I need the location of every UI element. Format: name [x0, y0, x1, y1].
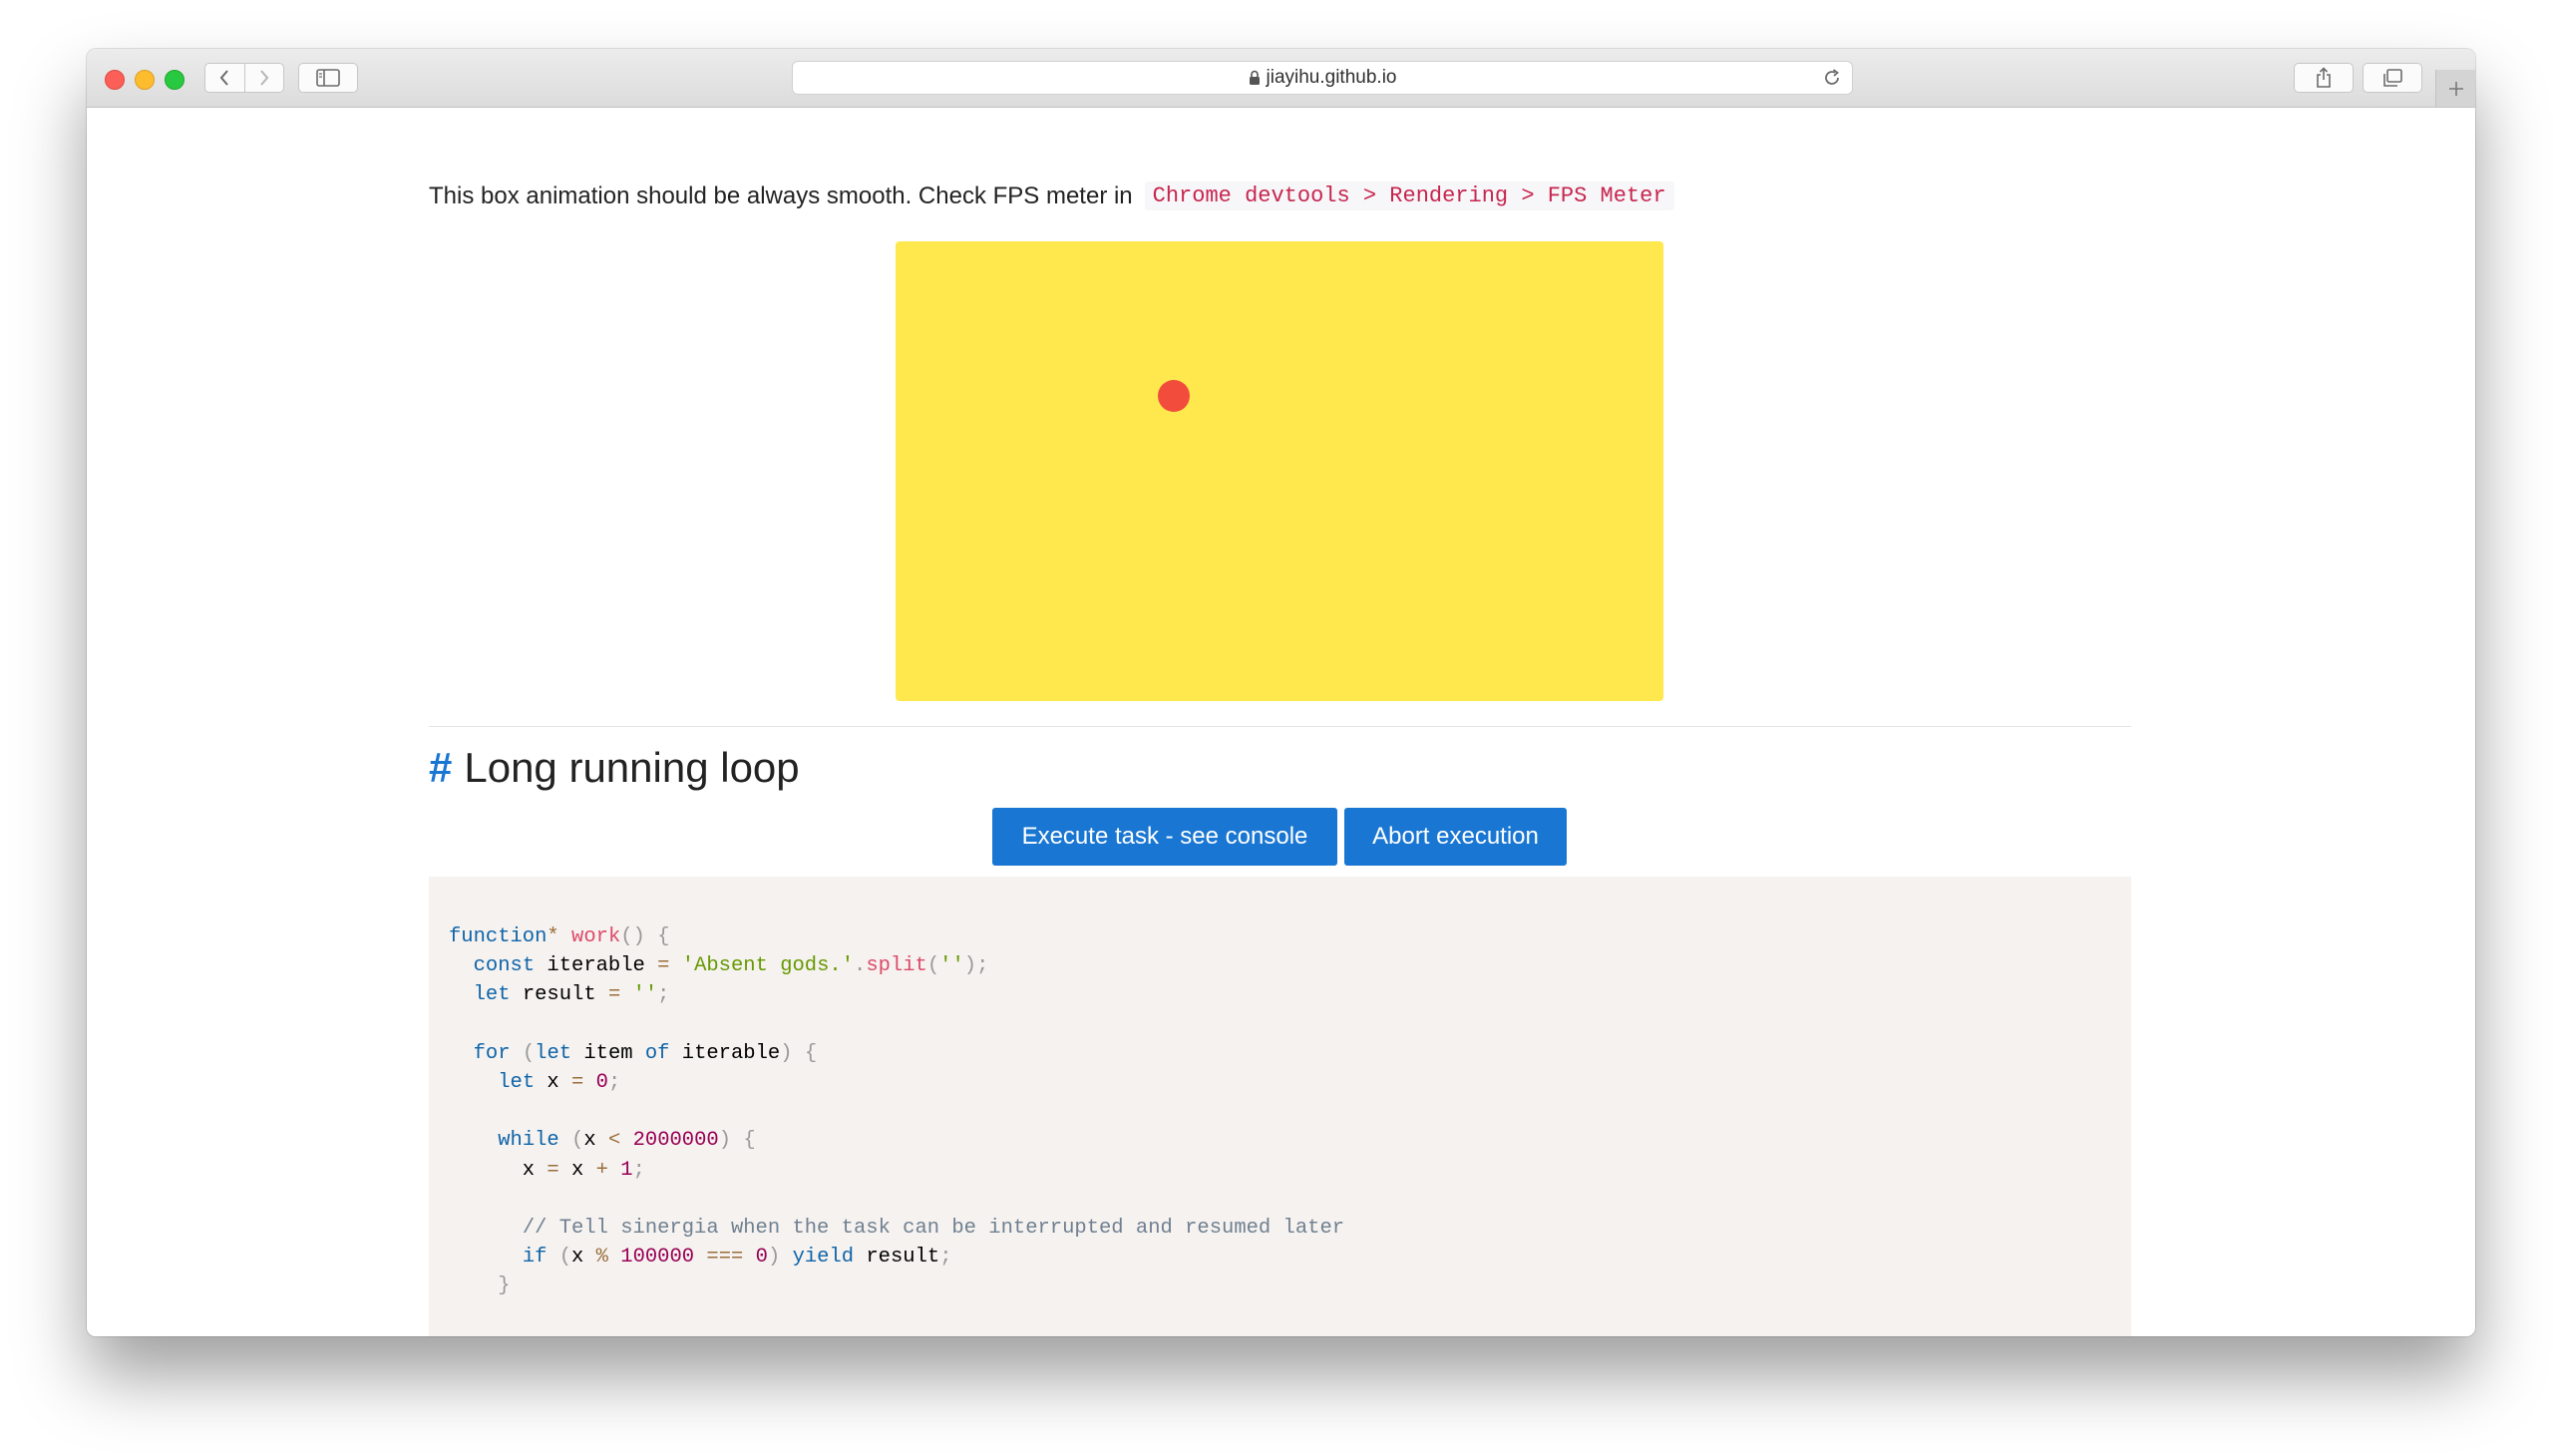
- execute-task-button[interactable]: Execute task - see console: [992, 808, 1337, 866]
- animated-dot: [1158, 380, 1190, 412]
- code-line: const iterable = 'Absent gods.'.split(''…: [473, 954, 989, 978]
- tab-overview-button[interactable]: [2363, 63, 2422, 93]
- section-divider: [429, 726, 2131, 727]
- share-button[interactable]: [2294, 63, 2354, 93]
- code-line: // Tell sinergia when the task can be in…: [522, 1216, 1345, 1240]
- back-forward-group: [204, 63, 284, 93]
- reload-button[interactable]: [1822, 68, 1842, 93]
- animation-box: [896, 241, 1663, 701]
- abort-execution-button[interactable]: Abort execution: [1344, 808, 1567, 866]
- chevron-right-icon: [259, 70, 269, 86]
- back-button[interactable]: [205, 64, 244, 92]
- heading-anchor-link[interactable]: #: [429, 744, 452, 792]
- code-line: while (x < 2000000) {: [498, 1129, 756, 1153]
- new-tab-button[interactable]: [2435, 70, 2475, 107]
- plus-icon: [2449, 81, 2463, 96]
- code-line: }: [498, 1274, 511, 1298]
- reload-icon: [1825, 69, 1839, 85]
- code-line: let result = '';: [473, 983, 670, 1007]
- minimize-window-button[interactable]: [135, 70, 155, 90]
- sidebar-toggle-button[interactable]: [298, 63, 358, 93]
- browser-window: jiayihu.github.io This box animation sho…: [87, 49, 2475, 1336]
- heading-text: Long running loop: [464, 744, 800, 791]
- sidebar-icon: [316, 69, 340, 87]
- forward-button[interactable]: [243, 64, 284, 92]
- page-content: This box animation should be always smoo…: [87, 108, 2475, 1336]
- code-block: function* work() { const iterable = 'Abs…: [429, 877, 2131, 1336]
- lock-icon: [1249, 70, 1261, 86]
- url-text: jiayihu.github.io: [1266, 67, 1397, 88]
- share-icon: [2317, 67, 2331, 88]
- code-line: function* work() {: [449, 925, 670, 948]
- zoom-window-button[interactable]: [165, 70, 184, 90]
- tabs-overview-icon: [2383, 69, 2402, 87]
- code-line: let x = 0;: [498, 1070, 621, 1094]
- browser-toolbar: jiayihu.github.io: [87, 49, 2475, 108]
- chevron-left-icon: [219, 70, 229, 86]
- address-bar[interactable]: jiayihu.github.io: [792, 61, 1853, 95]
- address-bar-content: jiayihu.github.io: [793, 62, 1852, 94]
- code-line: if (x % 100000 === 0) yield result;: [522, 1246, 952, 1270]
- intro-inline-code: Chrome devtools > Rendering > FPS Meter: [1144, 182, 1674, 210]
- intro-text: This box animation should be always smoo…: [429, 182, 1133, 209]
- section-heading: # Long running loop: [429, 744, 800, 792]
- close-window-button[interactable]: [105, 70, 125, 90]
- code-line: for (let item of iterable) {: [473, 1041, 818, 1065]
- intro-paragraph: This box animation should be always smoo…: [429, 182, 1674, 210]
- code-line: x = x + 1;: [449, 1158, 645, 1182]
